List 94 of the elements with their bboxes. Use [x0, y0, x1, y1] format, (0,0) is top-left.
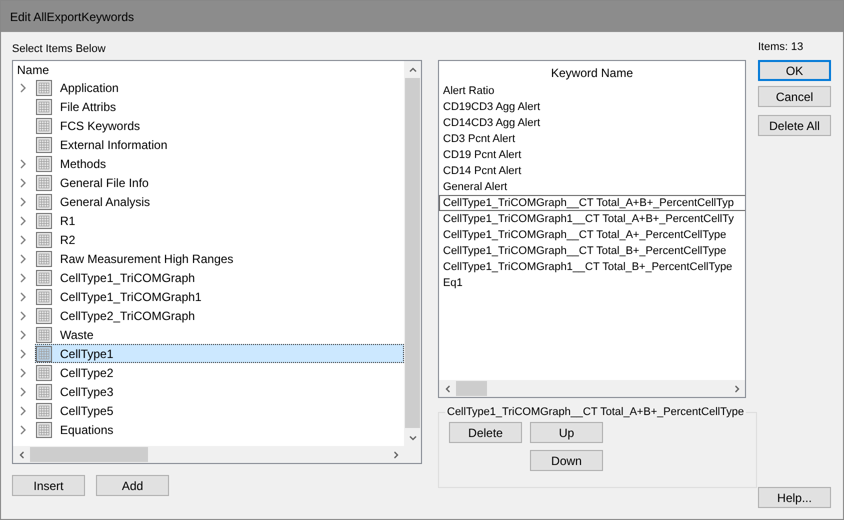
- tree-item[interactable]: File Attribs: [35, 97, 404, 116]
- table-icon: [36, 156, 52, 172]
- keyword-item[interactable]: Eq1: [439, 275, 745, 291]
- chevron-icon[interactable]: [19, 234, 27, 244]
- table-icon: [36, 346, 52, 362]
- table-icon: [36, 288, 52, 304]
- keyword-item[interactable]: CD14 Pcnt Alert: [439, 163, 745, 179]
- table-icon: [36, 326, 52, 342]
- tree-item[interactable]: CellType2_TriCOMGraph: [35, 306, 404, 325]
- chevron-icon[interactable]: [19, 310, 27, 320]
- table-icon: [36, 174, 52, 190]
- table-icon: [36, 98, 52, 114]
- tree-item[interactable]: FCS Keywords: [35, 116, 404, 135]
- keyword-item[interactable]: CellType1_TriCOMGraph__CT Total_B+_PercentCellType: [439, 243, 745, 259]
- scrollbar-thumb[interactable]: [30, 447, 148, 462]
- chevron-icon[interactable]: [19, 368, 27, 378]
- help-button[interactable]: Help...: [758, 487, 831, 508]
- chevron-icon[interactable]: [19, 216, 27, 226]
- table-icon: [36, 250, 52, 266]
- chevron-icon[interactable]: [19, 82, 27, 92]
- scroll-left-icon[interactable]: [444, 384, 452, 392]
- table-icon: [36, 308, 52, 324]
- dialog-button[interactable]: OK: [758, 60, 831, 81]
- table-icon: [36, 270, 52, 286]
- action-button[interactable]: Delete: [449, 422, 522, 443]
- action-button[interactable]: Down: [530, 450, 603, 471]
- scroll-down-icon[interactable]: [408, 434, 416, 442]
- action-button[interactable]: Up: [530, 422, 603, 443]
- chevron-icon[interactable]: [19, 196, 27, 206]
- table-icon: [36, 136, 52, 152]
- action-button[interactable]: Add: [96, 475, 169, 496]
- horizontal-scrollbar[interactable]: [13, 446, 404, 463]
- chevron-icon[interactable]: [19, 386, 27, 396]
- chevron-icon[interactable]: [19, 424, 27, 434]
- select-items-label: Select Items Below: [12, 42, 107, 57]
- dialog-button[interactable]: Cancel: [758, 86, 831, 107]
- table-icon: [36, 402, 52, 418]
- tree-item[interactable]: CellType1_TriCOMGraph1: [35, 287, 404, 306]
- chevron-icon[interactable]: [19, 406, 27, 416]
- tree-item[interactable]: Equations: [35, 420, 404, 439]
- tree-item[interactable]: CellType5: [35, 401, 404, 420]
- table-icon: [36, 194, 52, 210]
- tree-item[interactable]: External Information: [35, 135, 404, 154]
- keyword-item[interactable]: CellType1_TriCOMGraph__CT Total_A+_PercentCellType: [439, 227, 745, 243]
- items-count: Items: 13: [758, 40, 804, 55]
- chevron-icon[interactable]: [19, 292, 27, 302]
- column-header: Name: [16, 62, 50, 78]
- chevron-icon[interactable]: [19, 254, 27, 264]
- tree-item[interactable]: General Analysis: [35, 192, 404, 211]
- tree-item[interactable]: CellType1: [35, 344, 404, 363]
- table-icon: [36, 232, 52, 248]
- chevron-icon[interactable]: [19, 158, 27, 168]
- tree-item[interactable]: CellType1_TriCOMGraph: [35, 268, 404, 287]
- keyword-item[interactable]: CellType1_TriCOMGraph1__CT Total_A+B+_PercentCellTy: [439, 211, 745, 227]
- vertical-scrollbar[interactable]: [404, 61, 421, 446]
- tree-item[interactable]: Methods: [35, 154, 404, 173]
- scrollbar-thumb[interactable]: [405, 78, 420, 428]
- column-header: Keyword Name: [550, 65, 634, 82]
- keyword-item[interactable]: Alert Ratio: [439, 83, 745, 99]
- table-icon: [36, 212, 52, 228]
- tree-item[interactable]: Application: [35, 78, 404, 97]
- table-icon: [36, 118, 52, 134]
- tree-item[interactable]: Waste: [35, 325, 404, 344]
- table-icon: [36, 384, 52, 400]
- table-icon: [36, 80, 52, 96]
- chevron-icon[interactable]: [19, 330, 27, 340]
- keyword-item[interactable]: CellType1_TriCOMGraph1__CT Total_B+_PercentCellType: [439, 259, 745, 275]
- table-icon: [36, 364, 52, 380]
- chevron-icon[interactable]: [19, 178, 27, 188]
- scroll-left-icon[interactable]: [18, 450, 26, 458]
- tree-item[interactable]: R2: [35, 230, 404, 249]
- tree-item[interactable]: CellType3: [35, 382, 404, 401]
- keyword-item[interactable]: CellType1_TriCOMGraph__CT Total_A+B+_PercentCellTyp: [439, 195, 745, 211]
- tree-item[interactable]: General File Info: [35, 173, 404, 192]
- keyword-item[interactable]: CD19 Pcnt Alert: [439, 147, 745, 163]
- keyword-item[interactable]: CD14CD3 Agg Alert: [439, 115, 745, 131]
- tree-item[interactable]: CellType2: [35, 363, 404, 382]
- table-icon: [36, 422, 52, 438]
- keyword-item[interactable]: CD3 Pcnt Alert: [439, 131, 745, 147]
- dialog-button[interactable]: Delete All: [758, 115, 831, 136]
- action-button[interactable]: Insert: [12, 475, 85, 496]
- keyword-item[interactable]: CD19CD3 Agg Alert: [439, 99, 745, 115]
- horizontal-scrollbar[interactable]: [439, 380, 745, 397]
- chevron-icon[interactable]: [19, 348, 27, 358]
- tree-item[interactable]: Raw Measurement High Ranges: [35, 249, 404, 268]
- scrollbar-thumb[interactable]: [456, 381, 487, 396]
- scroll-right-icon[interactable]: [392, 450, 400, 458]
- scroll-up-icon[interactable]: [408, 66, 416, 74]
- chevron-icon[interactable]: [19, 272, 27, 282]
- keyword-item[interactable]: General Alert: [439, 179, 745, 195]
- window-title: Edit AllExportKeywords: [10, 10, 134, 24]
- scroll-right-icon[interactable]: [732, 384, 740, 392]
- group-title: CellType1_TriCOMGraph__CT Total_A+B+_PercentCellType: [446, 406, 745, 418]
- tree-item[interactable]: R1: [35, 211, 404, 230]
